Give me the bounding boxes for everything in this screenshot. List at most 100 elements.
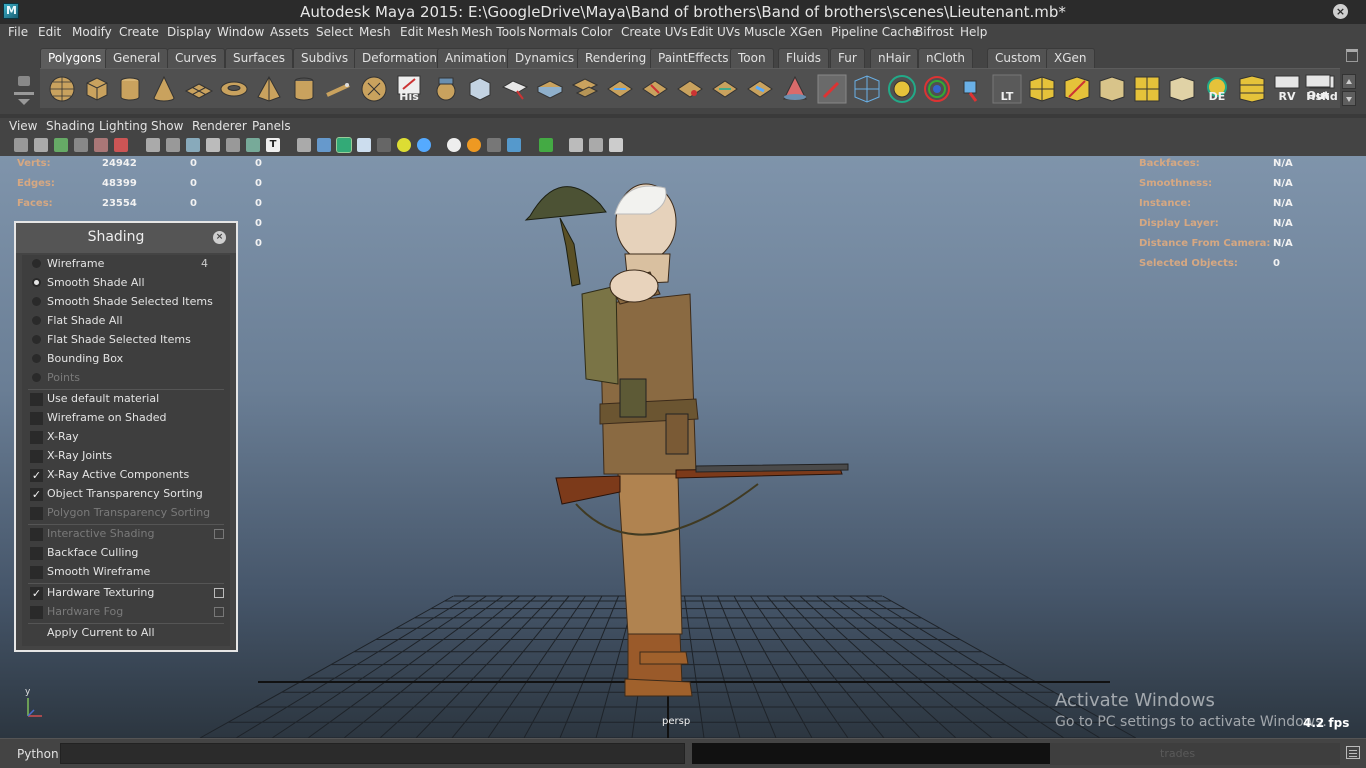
shading-panel-header[interactable]: Shading × [16, 223, 236, 253]
xray-joints-icon[interactable] [487, 138, 501, 152]
fill-hole-icon[interactable] [744, 73, 776, 105]
panel-menu-lighting[interactable]: Lighting [99, 119, 148, 133]
combine-icon[interactable] [430, 73, 462, 105]
menu-edit-mesh[interactable]: Edit Mesh [400, 25, 459, 39]
script-editor-icon[interactable] [1346, 746, 1360, 759]
shading-option-flat-shade-selected-items[interactable]: Flat Shade Selected Items [22, 331, 230, 350]
grease-pencil-icon[interactable] [114, 138, 128, 152]
shading-toggle-smooth-wireframe[interactable]: Smooth Wireframe [22, 563, 230, 582]
append-polygon-icon[interactable] [709, 73, 741, 105]
radio-button[interactable] [32, 278, 41, 287]
gate-mask-icon[interactable] [206, 138, 220, 152]
rotate-icon[interactable] [956, 73, 988, 105]
radio-button[interactable] [32, 297, 41, 306]
average-vertices-icon[interactable] [604, 73, 636, 105]
isolate-select-icon[interactable] [447, 138, 461, 152]
uv-unfold-icon[interactable] [1061, 73, 1093, 105]
grid-toggle-icon[interactable] [146, 138, 160, 152]
close-window-button[interactable]: × [1333, 4, 1348, 19]
shading-toggle-x-ray-active-components[interactable]: ✓ X-Ray Active Components [22, 466, 230, 485]
safe-action-icon[interactable] [246, 138, 260, 152]
tab-polygons[interactable]: Polygons [40, 48, 110, 68]
field-chart-icon[interactable] [226, 138, 240, 152]
wireframe-icon[interactable] [297, 138, 311, 152]
menu-muscle[interactable]: Muscle [744, 25, 786, 39]
tab-fur[interactable]: Fur [830, 48, 865, 68]
menu-file[interactable]: File [8, 25, 28, 39]
film-gate-icon[interactable] [166, 138, 180, 152]
menu-assets[interactable]: Assets [270, 25, 309, 39]
radio-button[interactable] [32, 316, 41, 325]
checkbox[interactable] [30, 393, 43, 406]
sphere-icon[interactable] [46, 73, 78, 105]
menu-help[interactable]: Help [960, 25, 987, 39]
uv-editor-icon[interactable] [1236, 73, 1268, 105]
menu-color[interactable]: Color [581, 25, 612, 39]
rv-icon[interactable]: RV [1271, 73, 1303, 105]
tab-general[interactable]: General [105, 48, 169, 68]
separate-icon[interactable] [464, 73, 496, 105]
pipe-icon[interactable] [288, 73, 320, 105]
checkbox[interactable] [30, 412, 43, 425]
snap-magnet-icon[interactable] [921, 73, 953, 105]
tab-fluids[interactable]: Fluids [778, 48, 830, 68]
uv-cylindrical-icon[interactable] [1166, 73, 1198, 105]
tab-curves[interactable]: Curves [167, 48, 225, 68]
shading-option-flat-shade-all[interactable]: Flat Shade All [22, 312, 230, 331]
shading-option-wireframe[interactable]: Wireframe 4 [22, 255, 230, 274]
pyramid-icon[interactable] [253, 73, 285, 105]
cone-icon[interactable] [148, 73, 180, 105]
sculpt-icon[interactable] [816, 73, 848, 105]
menu-edit[interactable]: Edit [38, 25, 61, 39]
default-material-icon[interactable] [357, 138, 371, 152]
menu-edit-uvs[interactable]: Edit UVs [690, 25, 740, 39]
trash-icon[interactable] [1346, 49, 1358, 62]
shading-toggle-backface-culling[interactable]: Backface Culling [22, 544, 230, 563]
command-input[interactable] [60, 743, 685, 764]
checkbox[interactable] [30, 431, 43, 444]
tab-nhair[interactable]: nHair [870, 48, 919, 68]
split-polygon-icon[interactable] [779, 73, 811, 105]
menu-display[interactable]: Display [167, 25, 211, 39]
boolean-icon[interactable] [569, 73, 601, 105]
option-box-icon[interactable] [214, 588, 224, 598]
shadows-icon[interactable] [417, 138, 431, 152]
menu-create-uvs[interactable]: Create UVs [621, 25, 688, 39]
menu-window[interactable]: Window [217, 25, 264, 39]
uv-spherical-icon[interactable]: DE [1201, 73, 1233, 105]
radio-button[interactable] [32, 373, 41, 382]
menu-bifrost[interactable]: Bifrost [915, 25, 954, 39]
soldier-model[interactable] [500, 174, 880, 704]
merge-icon[interactable] [639, 73, 671, 105]
tab-subdivs[interactable]: Subdivs [293, 48, 357, 68]
shading-toggle-x-ray[interactable]: X-Ray [22, 428, 230, 447]
checkbox[interactable] [30, 547, 43, 560]
image-plane-icon[interactable] [74, 138, 88, 152]
tab-dynamics[interactable]: Dynamics [507, 48, 583, 68]
tab-rendering[interactable]: Rendering [577, 48, 655, 68]
uv-project-icon[interactable] [1096, 73, 1128, 105]
use-all-lights-icon[interactable] [397, 138, 411, 152]
tab-custom[interactable]: Custom [987, 48, 1049, 68]
shading-toggle-object-transparency-sorting[interactable]: ✓ Object Transparency Sorting [22, 485, 230, 504]
panel-menu-renderer[interactable]: Renderer [192, 119, 247, 133]
wireframe-on-shaded-icon[interactable] [336, 137, 352, 153]
checkbox[interactable]: ✓ [30, 469, 43, 482]
menu-normals[interactable]: Normals [528, 25, 578, 39]
menu-select[interactable]: Select [316, 25, 353, 39]
checkbox[interactable] [30, 450, 43, 463]
radio-button[interactable] [32, 259, 41, 268]
tab-ncloth[interactable]: nCloth [918, 48, 973, 68]
checkbox[interactable]: ✓ [30, 488, 43, 501]
menu-pipeline-cache[interactable]: Pipeline Cache [831, 25, 919, 39]
safe-title-icon[interactable]: T [266, 138, 280, 152]
uv-planar-icon[interactable] [1131, 73, 1163, 105]
bridge-icon[interactable] [674, 73, 706, 105]
tab-painteffects[interactable]: PaintEffects [650, 48, 737, 68]
grid-icon[interactable] [886, 73, 918, 105]
checkbox[interactable] [30, 566, 43, 579]
shading-option-smooth-shade-all[interactable]: Smooth Shade All [22, 274, 230, 293]
heads-up-display-icon[interactable] [569, 138, 583, 152]
checkbox[interactable]: ✓ [30, 587, 43, 600]
history-icon[interactable]: His [393, 73, 425, 105]
